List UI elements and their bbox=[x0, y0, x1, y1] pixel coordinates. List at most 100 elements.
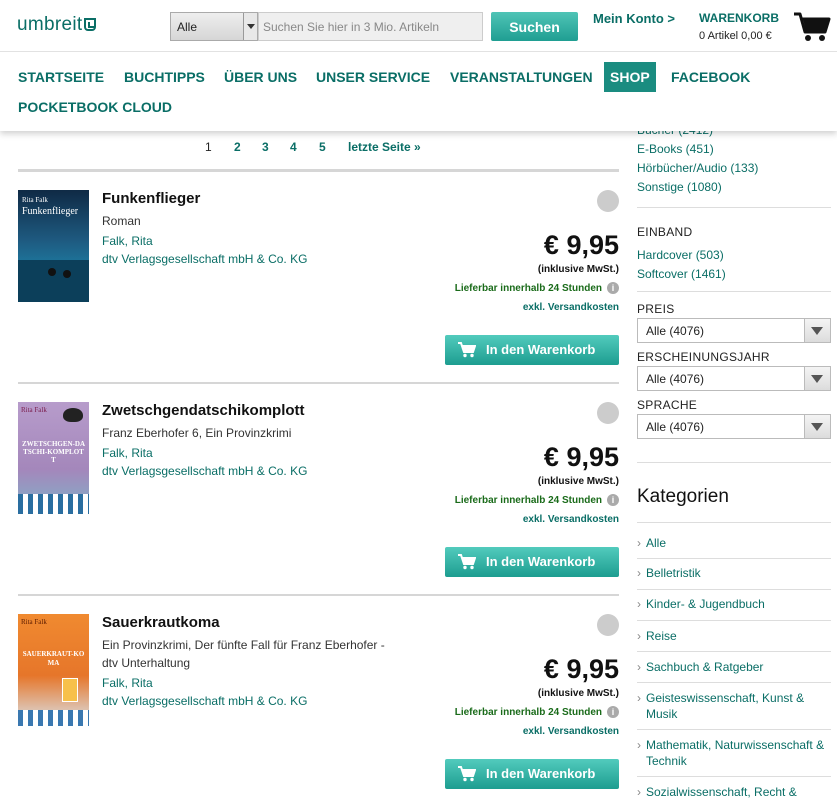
search-input[interactable] bbox=[258, 12, 483, 41]
divider bbox=[637, 462, 831, 463]
page-5[interactable]: 5 bbox=[319, 140, 326, 154]
nav-ueber-uns[interactable]: ÜBER UNS bbox=[218, 62, 303, 92]
site-header: umbreit Alle Suchen Mein Konto > WARENKO… bbox=[0, 0, 837, 131]
add-to-cart-button[interactable]: In den Warenkorb bbox=[445, 335, 619, 365]
erscheinungsjahr-select[interactable]: Alle (4076) bbox=[637, 366, 831, 391]
chevron-down-icon bbox=[243, 13, 257, 40]
info-icon[interactable]: i bbox=[607, 282, 619, 294]
product-cover[interactable]: Rita Falk SAUERKRAUT-KOMA bbox=[18, 614, 89, 726]
divider bbox=[637, 558, 831, 559]
category-label: Sozialwissenschaft, Recht & bbox=[646, 785, 797, 799]
divider bbox=[637, 620, 831, 621]
category-link-sachbuch-ratgeber[interactable]: › Sachbuch & Ratgeber bbox=[637, 659, 831, 675]
divider bbox=[637, 207, 831, 208]
quick-view-icon[interactable] bbox=[597, 614, 619, 636]
product-cover[interactable]: Rita Falk Funkenflieger bbox=[18, 190, 89, 302]
chevron-down-icon bbox=[804, 319, 830, 342]
product-publisher[interactable]: dtv Verlagsgesellschaft mbH & Co. KG bbox=[102, 464, 307, 478]
category-link-alle[interactable]: › Alle bbox=[637, 535, 831, 551]
shipping-link[interactable]: exkl. Versandkosten bbox=[523, 514, 619, 525]
filter-link-softcover[interactable]: Softcover (1461) bbox=[637, 267, 726, 281]
product-title[interactable]: Funkenflieger bbox=[102, 190, 200, 207]
nav-facebook[interactable]: FACEBOOK bbox=[665, 62, 756, 92]
filter-link-hardcover[interactable]: Hardcover (503) bbox=[637, 248, 724, 262]
quick-view-icon[interactable] bbox=[597, 402, 619, 424]
logo[interactable]: umbreit bbox=[17, 14, 97, 36]
product-author[interactable]: Falk, Rita bbox=[102, 446, 153, 460]
sprache-select[interactable]: Alle (4076) bbox=[637, 414, 831, 439]
nav-unser-service[interactable]: UNSER SERVICE bbox=[310, 62, 436, 92]
cover-tablecloth bbox=[18, 710, 89, 726]
chevron-down-icon bbox=[804, 415, 830, 438]
chevron-right-icon: > bbox=[667, 11, 675, 26]
quick-view-icon[interactable] bbox=[597, 190, 619, 212]
sprache-select-value: Alle (4076) bbox=[646, 420, 705, 434]
nav-shop[interactable]: SHOP bbox=[604, 62, 656, 92]
info-icon[interactable]: i bbox=[607, 706, 619, 718]
chevron-right-icon: › bbox=[637, 738, 641, 752]
category-link-geisteswissenschaft[interactable]: › Geisteswissenschaft, Kunst & Musik bbox=[637, 690, 831, 722]
chevron-right-icon: › bbox=[637, 629, 641, 643]
cart-title-link[interactable]: WARENKORB bbox=[699, 11, 779, 25]
chevron-right-icon: › bbox=[637, 536, 641, 550]
shipping-link[interactable]: exkl. Versandkosten bbox=[523, 726, 619, 737]
product-publisher[interactable]: dtv Verlagsgesellschaft mbH & Co. KG bbox=[102, 252, 307, 266]
chevron-right-icon: › bbox=[637, 691, 641, 705]
preis-select[interactable]: Alle (4076) bbox=[637, 318, 831, 343]
filter-link-ebooks[interactable]: E-Books (451) bbox=[637, 142, 714, 156]
divider bbox=[637, 589, 831, 590]
cover-title: ZWETSCHGEN-DATSCHI-KOMPLOTT bbox=[21, 440, 85, 464]
nav-startseite[interactable]: STARTSEITE bbox=[12, 62, 110, 92]
cover-figure bbox=[48, 268, 56, 276]
product-title[interactable]: Sauerkrautkoma bbox=[102, 614, 220, 631]
categories-title: Kategorien bbox=[637, 486, 729, 507]
product-item: Rita Falk SAUERKRAUT-KOMA Sauerkrautkoma… bbox=[18, 614, 619, 800]
product-author[interactable]: Falk, Rita bbox=[102, 676, 153, 690]
add-to-cart-button[interactable]: In den Warenkorb bbox=[445, 547, 619, 577]
cover-title: Funkenflieger bbox=[22, 206, 79, 217]
last-page-link[interactable]: letzte Seite » bbox=[348, 140, 421, 154]
divider bbox=[637, 291, 831, 292]
shopping-cart-icon[interactable] bbox=[793, 11, 831, 43]
add-to-cart-label: In den Warenkorb bbox=[486, 342, 596, 357]
info-icon[interactable]: i bbox=[607, 494, 619, 506]
divider bbox=[637, 651, 831, 652]
cover-author: Rita Falk bbox=[21, 406, 47, 414]
filter-link-sonstige[interactable]: Sonstige (1080) bbox=[637, 180, 722, 194]
category-link-mathematik[interactable]: › Mathematik, Naturwissenschaft & Technik bbox=[637, 737, 831, 769]
divider bbox=[637, 729, 831, 730]
cover-author: Rita Falk bbox=[21, 618, 47, 626]
product-cover[interactable]: Rita Falk ZWETSCHGEN-DATSCHI-KOMPLOTT bbox=[18, 402, 89, 514]
category-link-belletristik[interactable]: › Belletristik bbox=[637, 565, 831, 581]
cart-icon bbox=[458, 766, 476, 782]
page-4[interactable]: 4 bbox=[290, 140, 297, 154]
search-category-select[interactable]: Alle bbox=[170, 12, 258, 41]
nav-pocketbook-cloud[interactable]: POCKETBOOK CLOUD bbox=[12, 92, 178, 122]
product-author[interactable]: Falk, Rita bbox=[102, 234, 153, 248]
tax-note: (inklusive MwSt.) bbox=[537, 688, 619, 699]
cover-title: SAUERKRAUT-KOMA bbox=[22, 650, 85, 667]
filter-link-hoerbuecher[interactable]: Hörbücher/Audio (133) bbox=[637, 161, 758, 175]
add-to-cart-button[interactable]: In den Warenkorb bbox=[445, 759, 619, 789]
shipping-link[interactable]: exkl. Versandkosten bbox=[523, 302, 619, 313]
nav-buchtipps[interactable]: BUCHTIPPS bbox=[118, 62, 211, 92]
availability-text: Lieferbar innerhalb 24 Stunden i bbox=[455, 282, 619, 294]
category-link-kinder-jugendbuch[interactable]: › Kinder- & Jugendbuch bbox=[637, 596, 831, 612]
product-title[interactable]: Zwetschgendatschikomplott bbox=[102, 402, 305, 419]
chevron-right-icon: › bbox=[637, 660, 641, 674]
search-category-value: Alle bbox=[177, 20, 198, 34]
category-link-sozialwissenschaft[interactable]: › Sozialwissenschaft, Recht & bbox=[637, 784, 831, 800]
cover-tablecloth bbox=[18, 494, 89, 514]
add-to-cart-label: In den Warenkorb bbox=[486, 554, 596, 569]
product-price: € 9,95 bbox=[543, 442, 619, 472]
page-3[interactable]: 3 bbox=[262, 140, 269, 154]
sprache-heading: SPRACHE bbox=[637, 398, 698, 412]
cover-bird bbox=[63, 408, 83, 422]
nav-veranstaltungen[interactable]: VERANSTALTUNGEN bbox=[444, 62, 599, 92]
search-button[interactable]: Suchen bbox=[491, 12, 578, 41]
erscheinungsjahr-select-value: Alle (4076) bbox=[646, 372, 705, 386]
account-link[interactable]: Mein Konto > bbox=[593, 11, 675, 26]
product-publisher[interactable]: dtv Verlagsgesellschaft mbH & Co. KG bbox=[102, 694, 307, 708]
page-2[interactable]: 2 bbox=[234, 140, 241, 154]
category-link-reise[interactable]: › Reise bbox=[637, 628, 831, 644]
